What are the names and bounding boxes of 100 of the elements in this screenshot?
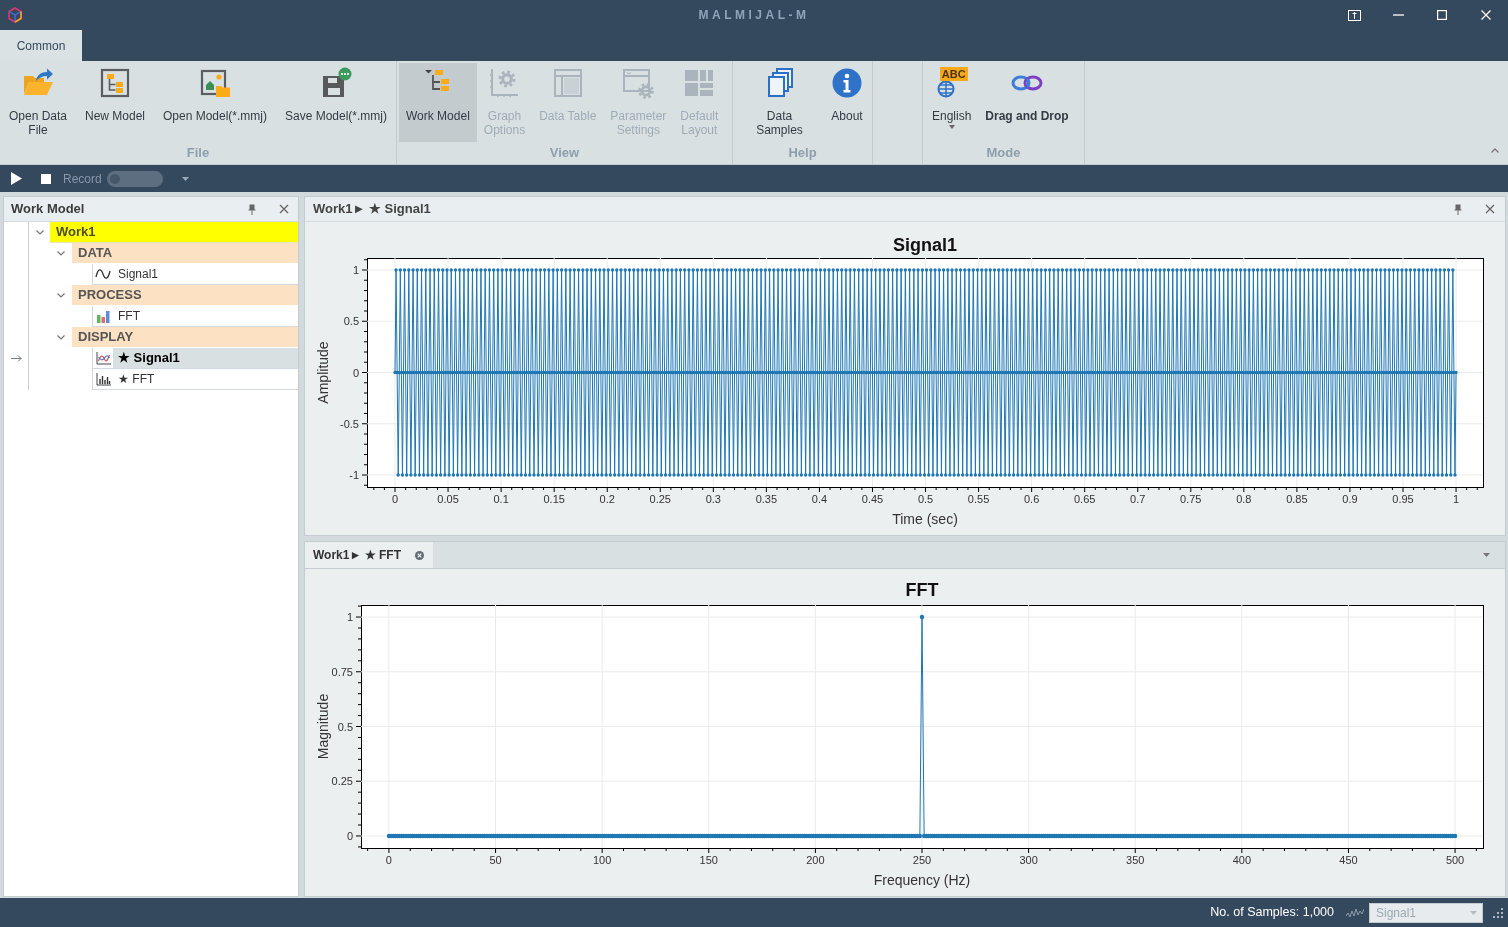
x-tick-label: 150 — [699, 854, 718, 866]
new-model-button[interactable]: New Model — [78, 63, 153, 142]
open-model-button[interactable]: Open Model(*.mmj) — [156, 63, 274, 142]
arrow-right-icon — [10, 355, 22, 362]
x-tick-label: 100 — [593, 854, 612, 866]
floppy-disk-icon — [320, 67, 352, 99]
x-tick-label: 0 — [391, 493, 399, 505]
group-label: View — [548, 144, 581, 162]
waveform-icon — [1346, 907, 1364, 918]
chevron-down-icon — [56, 293, 65, 298]
grid-layout-icon — [683, 67, 716, 99]
chart-gear-icon — [488, 67, 521, 99]
picture-folder-icon — [199, 67, 231, 99]
close-icon — [1485, 204, 1495, 214]
x-tick-label: 400 — [1232, 854, 1251, 866]
y-tick-label: 0.5 — [337, 720, 353, 733]
close-icon — [279, 204, 289, 214]
y-tick-label: -0.5 — [340, 417, 359, 430]
tree-item[interactable]: DISPLAY — [71, 327, 298, 348]
record-toggle[interactable] — [106, 170, 163, 187]
x-axis-title: Time (sec) — [892, 511, 958, 527]
linked-rings-icon — [1010, 74, 1045, 92]
tree-item[interactable]: ★ Signal1 — [113, 348, 298, 369]
close-circle-icon — [415, 550, 424, 560]
caret-down-icon — [948, 125, 955, 129]
y-tick-label: 0.25 — [331, 775, 353, 788]
y-tick-label: 1 — [352, 264, 359, 276]
y-tick-label: 0.5 — [343, 315, 359, 328]
group-label: Mode — [985, 144, 1022, 162]
panel-title: Work Model — [11, 200, 86, 219]
document-tab[interactable]: Work1► ★ FFT — [305, 542, 433, 568]
pin-icon — [1454, 203, 1462, 215]
ribbon-tab[interactable]: Common — [0, 30, 82, 61]
info-icon — [831, 67, 863, 99]
open-data-file-button[interactable]: Open Data File — [2, 63, 75, 142]
panel-title: Work1► ★ Signal1 — [313, 200, 432, 219]
x-tick-label: 0.85 — [1286, 493, 1308, 505]
language-button[interactable]: ABC English — [925, 63, 979, 142]
bar-chart-icon — [96, 309, 110, 323]
tree-item[interactable]: PROCESS — [71, 285, 298, 306]
x-tick-label: 0.6 — [1024, 493, 1040, 505]
drag-and-drop-button[interactable]: Drag and Drop — [978, 63, 1076, 142]
tree-item[interactable]: Work1 — [50, 222, 298, 243]
y-tick-label: 0 — [346, 829, 353, 842]
x-tick-label: 0.25 — [649, 493, 671, 505]
record-label: Record — [63, 170, 102, 188]
group-label: Help — [787, 144, 818, 162]
caret-down-icon — [182, 176, 190, 181]
data-samples-button[interactable]: Data Samples — [735, 63, 824, 142]
x-tick-label: 0.15 — [543, 493, 565, 505]
chevron-down-icon — [56, 251, 65, 256]
x-tick-label: 0.55 — [967, 493, 990, 505]
tree-item[interactable]: DATA — [71, 243, 298, 264]
x-tick-label: 1 — [1453, 493, 1460, 505]
x-tick-label: 200 — [806, 854, 825, 866]
chart-title: Signal1 — [893, 235, 957, 255]
x-tick-label: 300 — [1019, 854, 1038, 866]
y-tick-label: 0.75 — [331, 665, 353, 678]
x-axis-title: Frequency (Hz) — [873, 872, 971, 888]
play-button[interactable] — [9, 170, 23, 187]
x-tick-label: 0.3 — [705, 493, 721, 505]
x-tick-label: 0.05 — [437, 493, 459, 505]
line-chart-icon — [95, 351, 111, 365]
cube-logo-icon — [7, 7, 23, 23]
x-tick-label: 0.45 — [861, 493, 884, 505]
window-gear-icon — [622, 67, 655, 99]
sample-count: No. of Samples: 1,000 — [1210, 904, 1334, 922]
work-model-button[interactable]: Work Model — [399, 63, 477, 142]
pin-icon — [248, 203, 256, 215]
chevron-down-icon — [35, 230, 44, 235]
tab-list-button[interactable] — [1481, 550, 1491, 560]
x-tick-label: 0.7 — [1130, 493, 1146, 505]
x-tick-label: 0.95 — [1392, 493, 1414, 505]
x-tick-label: 250 — [912, 854, 932, 866]
window-title: MALMIJAL-M — [698, 7, 810, 24]
x-tick-label: 0.5 — [917, 493, 934, 505]
x-tick-label: 50 — [489, 854, 502, 866]
x-tick-label: 0.1 — [493, 493, 509, 505]
caret-down-icon — [1470, 910, 1477, 915]
table-window-icon — [551, 67, 584, 99]
x-tick-label: 500 — [1445, 854, 1465, 866]
maximize-icon — [1437, 10, 1447, 20]
caret-down-icon — [1482, 553, 1490, 557]
save-model-button[interactable]: Save Model(*.mmj) — [277, 63, 394, 142]
about-button[interactable]: About — [824, 63, 870, 142]
chevron-up-icon — [1491, 147, 1499, 153]
chevron-down-icon — [56, 335, 65, 340]
histogram-icon — [95, 372, 111, 386]
globe-icon — [936, 80, 955, 98]
chart-title: FFT — [905, 580, 939, 600]
y-axis-title: Magnitude — [315, 693, 331, 760]
language-tag: ABC — [939, 67, 968, 81]
tree-diagram-icon — [99, 67, 131, 99]
stop-icon — [41, 173, 51, 184]
x-tick-label: 0.2 — [599, 493, 615, 505]
sine-wave-icon — [95, 268, 111, 280]
y-tick-label: 0 — [352, 366, 359, 379]
x-tick-label: 0.75 — [1180, 493, 1202, 505]
x-tick-label: 0.65 — [1074, 493, 1096, 505]
resize-grip-icon — [1492, 906, 1504, 919]
